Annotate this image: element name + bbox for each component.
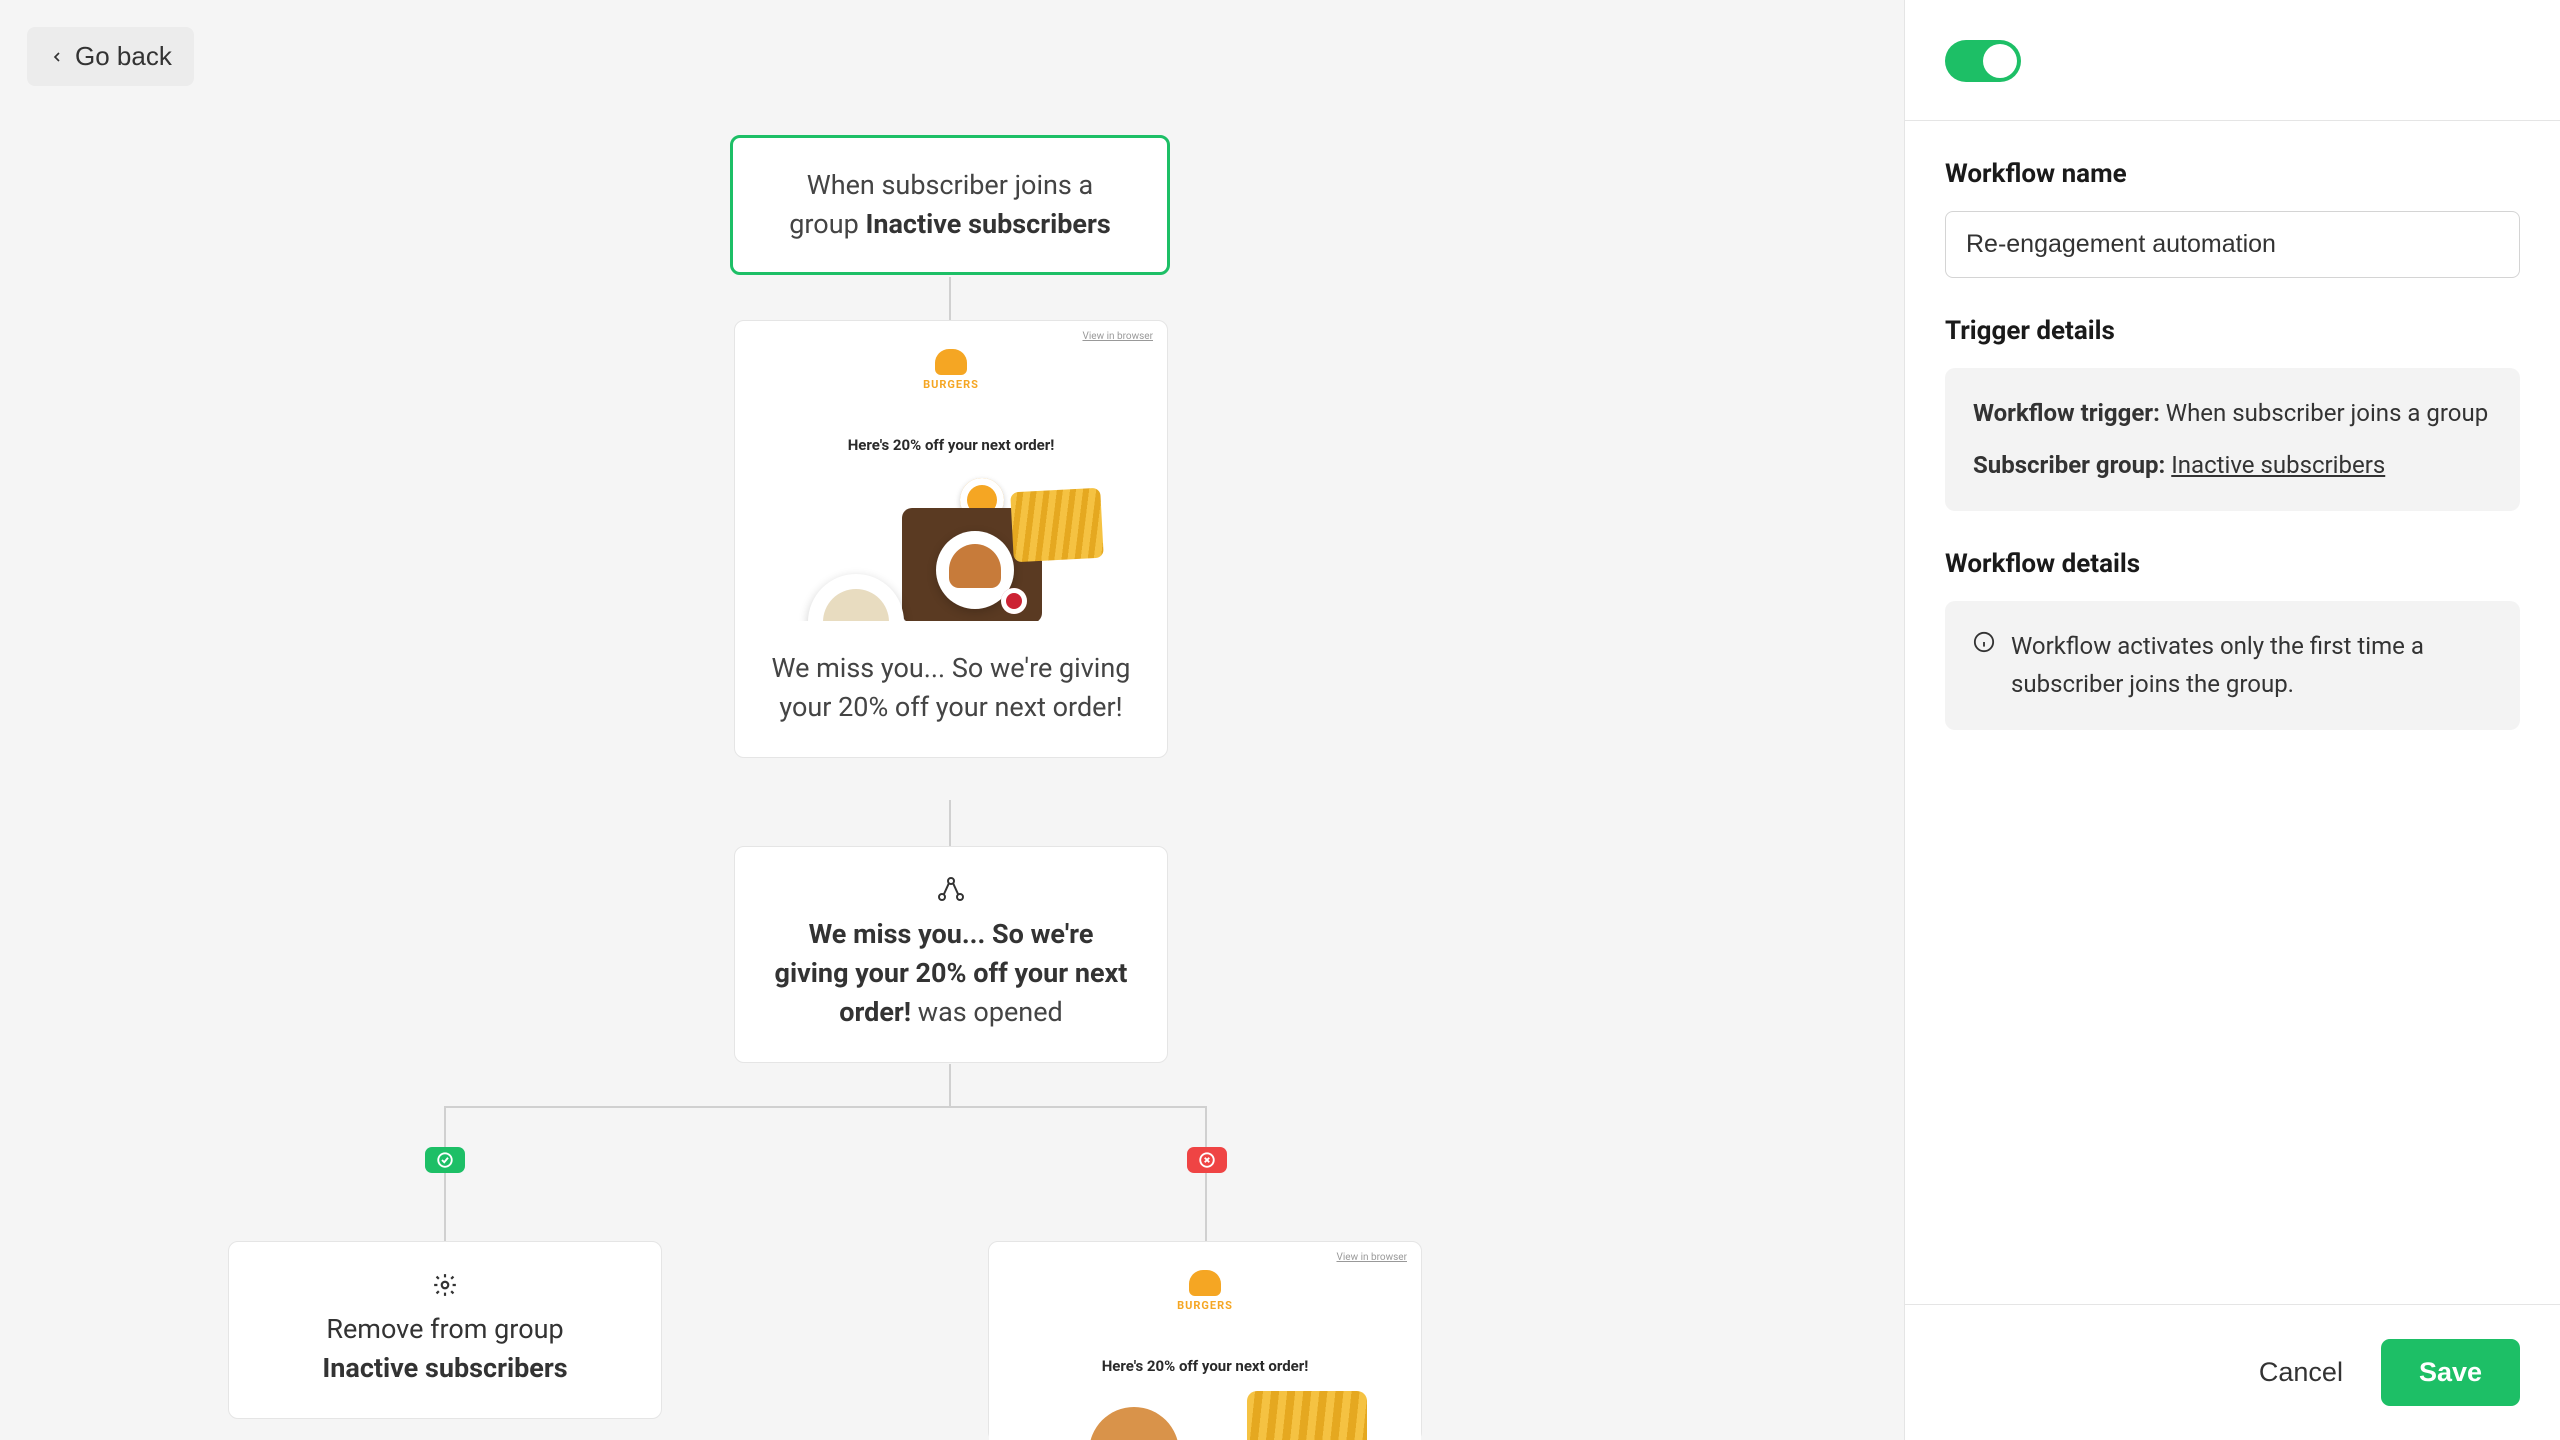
- connector: [949, 277, 951, 320]
- view-in-browser-link-2: View in browser: [1336, 1252, 1407, 1263]
- split-icon: [937, 877, 965, 901]
- trigger-value: When subscriber joins a group: [2160, 399, 2488, 427]
- preview-headline-2: Here's 20% off your next order!: [989, 1357, 1421, 1375]
- condition-node[interactable]: We miss you... So we're giving your 20% …: [734, 846, 1168, 1063]
- brand-name-2: BURGERS: [1177, 1299, 1233, 1312]
- workflow-active-toggle[interactable]: [1945, 40, 2021, 82]
- connector: [949, 800, 951, 846]
- brand-name: BURGERS: [923, 378, 979, 391]
- x-circle-icon: [1198, 1151, 1216, 1169]
- connector: [444, 1106, 446, 1241]
- connector: [949, 1064, 951, 1106]
- email-preview-2: View in browser BURGERS Here's 20% off y…: [989, 1242, 1421, 1440]
- brand-logo-2: BURGERS: [1172, 1270, 1238, 1320]
- trigger-details-box: Workflow trigger: When subscriber joins …: [1945, 368, 2520, 511]
- trigger-label: Workflow trigger:: [1973, 399, 2160, 427]
- action-node[interactable]: Remove from group Inactive subscribers: [228, 1241, 662, 1419]
- email-node[interactable]: View in browser BURGERS Here's 20% off y…: [734, 320, 1168, 758]
- settings-sidebar: Workflow name Trigger details Workflow t…: [1904, 0, 2560, 1440]
- branch-yes-badge: [425, 1147, 465, 1173]
- workflow-name-heading: Workflow name: [1945, 159, 2520, 189]
- workflow-details-box: Workflow activates only the first time a…: [1945, 601, 2520, 730]
- sidebar-footer: Cancel Save: [1905, 1304, 2560, 1440]
- food-image: [816, 476, 1086, 621]
- group-label: Subscriber group:: [1973, 451, 2165, 479]
- email-preview: View in browser BURGERS Here's 20% off y…: [735, 321, 1167, 621]
- condition-suffix: was opened: [911, 996, 1063, 1028]
- workflow-name-input[interactable]: [1945, 211, 2520, 278]
- action-line1: Remove from group: [263, 1310, 627, 1349]
- preview-headline: Here's 20% off your next order!: [735, 436, 1167, 454]
- info-icon: [1973, 631, 1995, 653]
- brand-logo: BURGERS: [918, 349, 984, 399]
- branch-no-badge: [1187, 1147, 1227, 1173]
- details-note: Workflow activates only the first time a…: [2011, 627, 2492, 704]
- email-caption: We miss you... So we're giving your 20% …: [735, 621, 1167, 727]
- group-link[interactable]: Inactive subscribers: [2171, 451, 2385, 479]
- connector: [444, 1106, 1206, 1108]
- workflow-canvas[interactable]: Go back When subscriber joins a group In…: [0, 0, 1904, 1440]
- gear-icon: [432, 1272, 458, 1298]
- save-button[interactable]: Save: [2381, 1339, 2520, 1406]
- connector: [1205, 1106, 1207, 1241]
- view-in-browser-link: View in browser: [1082, 331, 1153, 342]
- trigger-group: Inactive subscribers: [865, 208, 1110, 240]
- cancel-button[interactable]: Cancel: [2249, 1343, 2353, 1402]
- workflow-details-heading: Workflow details: [1945, 549, 2520, 579]
- trigger-node[interactable]: When subscriber joins a group Inactive s…: [730, 135, 1170, 275]
- email-node-2[interactable]: View in browser BURGERS Here's 20% off y…: [988, 1241, 1422, 1440]
- action-group: Inactive subscribers: [263, 1349, 627, 1388]
- toggle-knob: [1983, 44, 2017, 78]
- trigger-details-heading: Trigger details: [1945, 316, 2520, 346]
- check-circle-icon: [436, 1151, 454, 1169]
